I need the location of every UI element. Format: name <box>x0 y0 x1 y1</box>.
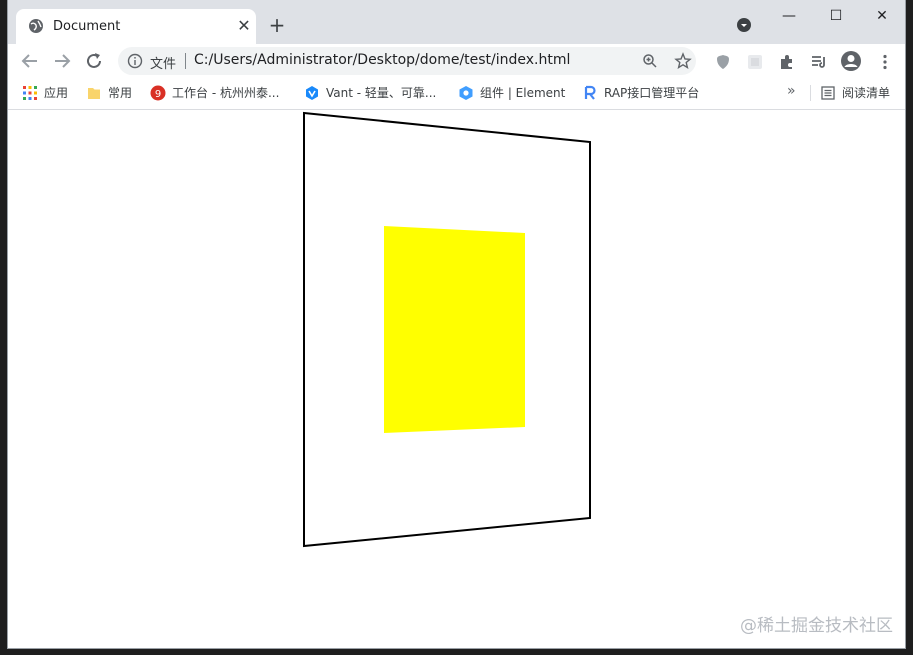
media-control-icon[interactable] <box>810 53 828 71</box>
reload-icon[interactable] <box>82 49 106 73</box>
minimize-button[interactable]: — <box>766 2 812 30</box>
url-text[interactable]: C:/Users/Administrator/Desktop/dome/test… <box>194 52 570 68</box>
browser-window: Document ✕ + — ☐ ✕ 文件 C:/Users/Administr… <box>8 0 905 648</box>
globe-icon <box>29 19 43 33</box>
extension-shield-icon[interactable] <box>714 53 732 71</box>
bookmark-apps[interactable]: 应用 <box>22 84 68 102</box>
reading-list-icon <box>821 85 835 100</box>
extension-grey-icon[interactable] <box>746 53 764 71</box>
extensions-puzzle-icon[interactable] <box>778 53 796 71</box>
workbench-icon: 9 <box>150 85 166 100</box>
tab-close-button[interactable]: ✕ <box>234 16 254 36</box>
perspective-scene <box>303 111 591 548</box>
bookmark-rap[interactable]: RAP接口管理平台 <box>582 84 699 102</box>
bookmark-element[interactable]: 组件 | Element <box>458 84 565 102</box>
yellow-square <box>384 226 525 433</box>
close-window-button[interactable]: ✕ <box>859 2 905 30</box>
omnibox-separator <box>185 53 186 69</box>
bookmarks-bar: 应用 常用 9 工作台 - 杭州州泰... Vant - 轻量、可靠... 组件… <box>8 78 905 110</box>
vant-icon <box>306 85 318 100</box>
apps-grid-icon <box>23 85 37 100</box>
page-viewport: @稀土掘金技术社区 <box>8 110 905 648</box>
tab-strip: Document ✕ + — ☐ ✕ <box>8 0 905 44</box>
rap-icon <box>584 85 596 100</box>
maximize-button[interactable]: ☐ <box>813 2 859 30</box>
forward-icon[interactable] <box>50 49 74 73</box>
tab-title: Document <box>53 19 121 34</box>
bookmarks-divider <box>810 85 811 101</box>
toolbar: 文件 C:/Users/Administrator/Desktop/dome/t… <box>8 44 905 78</box>
folder-icon <box>88 87 100 99</box>
bookmarks-more-button[interactable]: » <box>787 83 796 99</box>
svg-text:9: 9 <box>155 89 161 100</box>
zoom-icon[interactable] <box>642 53 658 69</box>
new-tab-button[interactable]: + <box>266 14 288 36</box>
watermark: @稀土掘金技术社区 <box>740 616 893 636</box>
element-icon <box>459 85 473 100</box>
back-icon[interactable] <box>18 49 42 73</box>
menu-kebab-icon[interactable] <box>876 53 894 71</box>
bookmark-vant[interactable]: Vant - 轻量、可靠... <box>304 84 436 102</box>
bookmark-workbench[interactable]: 9 工作台 - 杭州州泰... <box>150 84 279 102</box>
bookmark-folder-common[interactable]: 常用 <box>86 84 132 102</box>
tab-document[interactable]: Document ✕ <box>16 9 256 44</box>
profile-avatar-icon[interactable] <box>840 50 862 72</box>
reading-list-button[interactable]: 阅读清单 <box>820 84 890 102</box>
info-icon[interactable] <box>127 53 143 69</box>
address-bar[interactable]: 文件 C:/Users/Administrator/Desktop/dome/t… <box>118 47 696 75</box>
tab-search-icon[interactable] <box>736 17 752 33</box>
bookmark-star-icon[interactable] <box>674 52 692 70</box>
scheme-label: 文件 <box>150 57 177 72</box>
